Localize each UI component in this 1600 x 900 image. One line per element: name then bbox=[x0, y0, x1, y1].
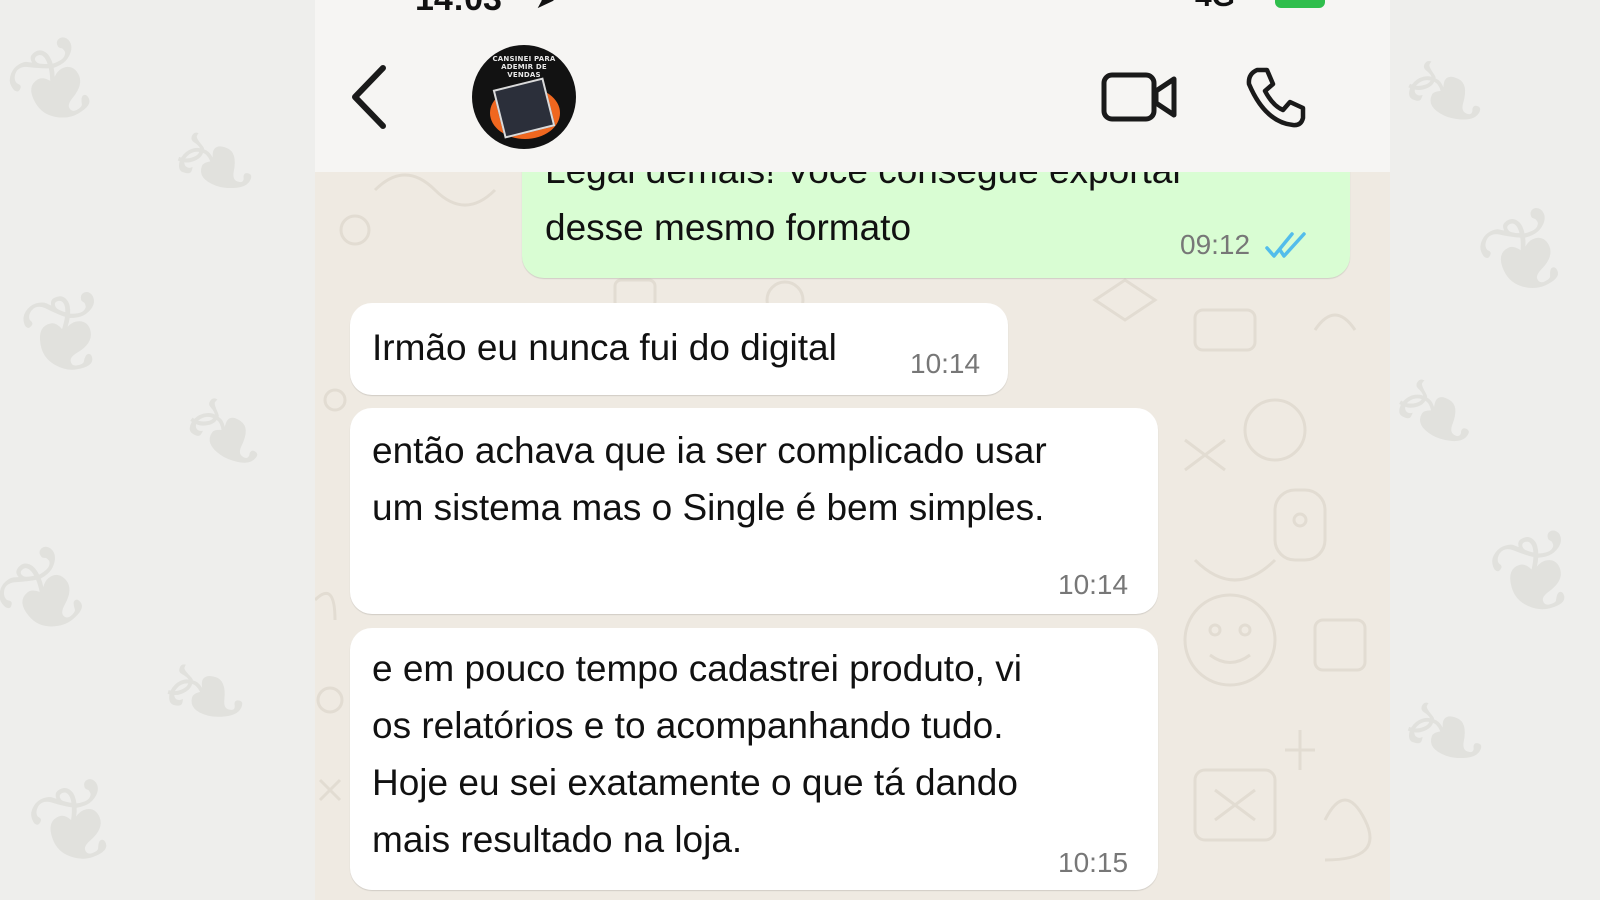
message-time: 10:14 bbox=[910, 348, 981, 379]
message-time: 10:14 bbox=[1058, 569, 1129, 600]
right-leaf-pattern: ❧ ❦ ❧ ❦ ❧ bbox=[1390, 17, 1598, 811]
chevron-left-icon[interactable] bbox=[345, 62, 395, 132]
chat-window: 14:03 ➤ 4G CANSINEI PARA ADEMIR DE VENDA… bbox=[315, 0, 1390, 900]
location-arrow-icon: ➤ bbox=[535, 0, 556, 14]
status-time: 14:03 bbox=[415, 0, 502, 19]
message-time: 10:15 bbox=[1058, 847, 1129, 878]
message-text: então achava que ia ser complicado usar … bbox=[372, 430, 1047, 528]
message-incoming[interactable]: então achava que ia ser complicado usar … bbox=[350, 408, 1158, 614]
message-incoming[interactable]: Irmão eu nunca fui do digital 10:14 bbox=[350, 303, 1008, 395]
status-bar: 14:03 ➤ 4G bbox=[315, 0, 1390, 22]
chat-header: CANSINEI PARA ADEMIR DE VENDAS bbox=[315, 22, 1390, 172]
phone-icon[interactable] bbox=[1243, 64, 1309, 130]
avatar-logo-text: CANSINEI PARA ADEMIR DE VENDAS bbox=[492, 55, 556, 79]
message-text: e em pouco tempo cadastrei produto, vi o… bbox=[372, 648, 1022, 860]
contact-avatar[interactable]: CANSINEI PARA ADEMIR DE VENDAS bbox=[472, 45, 576, 149]
double-check-icon bbox=[1265, 232, 1306, 258]
page-backdrop: ❦ ❧ ❦ ❧ ❦ ❧ ❦ ❧ ❦ ❧ ❦ ❧ ➤ CANSINEI PARA … bbox=[0, 0, 1600, 900]
video-camera-icon[interactable] bbox=[1100, 67, 1180, 127]
left-leaf-pattern: ❦ ❧ ❦ ❧ ❦ ❧ ❦ bbox=[0, 6, 301, 900]
message-text: Irmão eu nunca fui do digital bbox=[372, 327, 837, 368]
message-incoming[interactable]: e em pouco tempo cadastrei produto, vi o… bbox=[350, 628, 1158, 890]
battery-icon bbox=[1275, 0, 1325, 8]
message-time: 09:12 bbox=[1180, 229, 1251, 260]
network-type: 4G bbox=[1195, 0, 1235, 14]
